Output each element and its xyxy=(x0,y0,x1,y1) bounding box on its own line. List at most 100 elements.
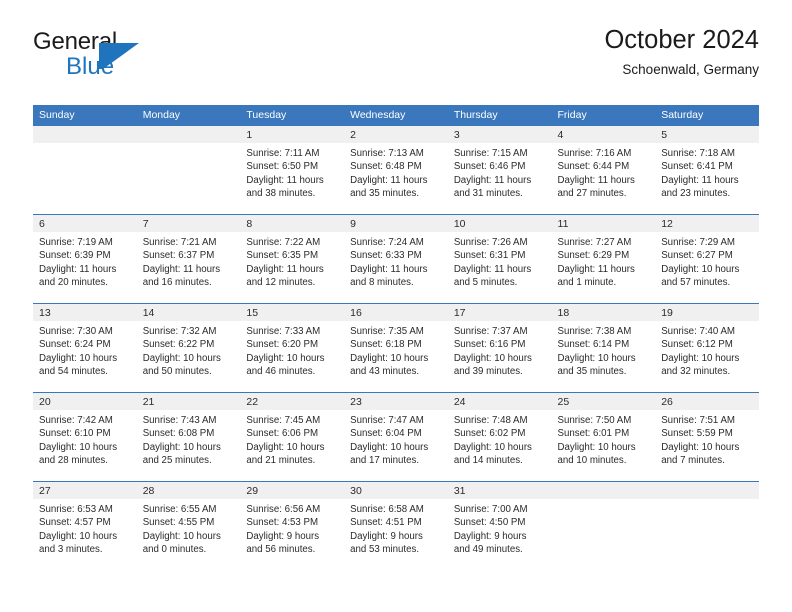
daylight-text-line1: Daylight: 11 hours xyxy=(350,263,428,275)
sunrise-text: Sunrise: 6:58 AM xyxy=(350,504,424,515)
sunrise-text: Sunrise: 6:56 AM xyxy=(246,504,321,515)
day-cell xyxy=(655,481,759,570)
weekday-header-friday: Friday xyxy=(551,105,656,126)
daylight-text-line1: Daylight: 11 hours xyxy=(557,263,635,275)
day-info: Sunrise: 7:38 AM Sunset: 6:14 PM Dayligh… xyxy=(552,321,656,378)
day-cell[interactable]: 27 Sunrise: 6:53 AM Sunset: 4:57 PM Dayl… xyxy=(33,481,137,570)
day-info: Sunrise: 7:35 AM Sunset: 6:18 PM Dayligh… xyxy=(344,321,448,378)
sunrise-text: Sunrise: 7:45 AM xyxy=(246,415,321,426)
daylight-text-line1: Daylight: 11 hours xyxy=(350,174,428,186)
day-cell[interactable]: 21 Sunrise: 7:43 AM Sunset: 6:08 PM Dayl… xyxy=(136,392,241,482)
day-info: Sunrise: 7:30 AM Sunset: 6:24 PM Dayligh… xyxy=(33,321,137,378)
day-cell[interactable]: 19 Sunrise: 7:40 AM Sunset: 6:12 PM Dayl… xyxy=(655,303,759,393)
daylight-text-line2: and 43 minutes. xyxy=(350,365,420,377)
day-info: Sunrise: 7:13 AM Sunset: 6:48 PM Dayligh… xyxy=(344,143,448,200)
daylight-text-line2: and 20 minutes. xyxy=(39,276,108,288)
day-cell[interactable]: 23 Sunrise: 7:47 AM Sunset: 6:04 PM Dayl… xyxy=(344,392,448,482)
daylight-text-line2: and 49 minutes. xyxy=(453,543,523,555)
daylight-text-line2: and 50 minutes. xyxy=(142,365,212,377)
day-cell[interactable]: 16 Sunrise: 7:35 AM Sunset: 6:18 PM Dayl… xyxy=(344,303,448,393)
day-info: Sunrise: 7:50 AM Sunset: 6:01 PM Dayligh… xyxy=(552,410,656,467)
sunset-text: Sunset: 5:59 PM xyxy=(661,428,733,440)
day-cell[interactable]: 10 Sunrise: 7:26 AM Sunset: 6:31 PM Dayl… xyxy=(447,214,552,304)
sunset-text: Sunset: 6:02 PM xyxy=(453,428,526,440)
sunset-text: Sunset: 6:10 PM xyxy=(39,428,111,440)
sunrise-text: Sunrise: 7:32 AM xyxy=(142,326,217,337)
sunset-text: Sunset: 6:35 PM xyxy=(246,250,319,262)
day-cell[interactable]: 2 Sunrise: 7:13 AM Sunset: 6:48 PM Dayli… xyxy=(344,126,448,215)
day-cell[interactable]: 5 Sunrise: 7:18 AM Sunset: 6:41 PM Dayli… xyxy=(655,126,759,215)
sunrise-text: Sunrise: 7:38 AM xyxy=(557,326,632,337)
day-cell[interactable]: 24 Sunrise: 7:48 AM Sunset: 6:02 PM Dayl… xyxy=(447,392,552,482)
day-number: 16 xyxy=(344,304,448,321)
sunrise-text: Sunrise: 7:40 AM xyxy=(661,326,735,337)
sunset-text: Sunset: 6:31 PM xyxy=(453,250,526,262)
day-cell[interactable]: 11 Sunrise: 7:27 AM Sunset: 6:29 PM Dayl… xyxy=(551,214,656,304)
sunrise-text: Sunrise: 7:43 AM xyxy=(142,415,217,426)
daylight-text-line1: Daylight: 11 hours xyxy=(453,263,532,275)
sunrise-text: Sunrise: 7:30 AM xyxy=(39,326,113,337)
sunrise-text: Sunrise: 7:00 AM xyxy=(453,504,528,515)
day-number: 27 xyxy=(33,482,137,499)
day-cell[interactable]: 26 Sunrise: 7:51 AM Sunset: 5:59 PM Dayl… xyxy=(655,392,759,482)
day-number: 12 xyxy=(655,215,759,232)
sunset-text: Sunset: 6:41 PM xyxy=(661,161,733,173)
daylight-text-line2: and 35 minutes. xyxy=(557,365,627,377)
day-info xyxy=(552,499,656,503)
title-block: October 2024 Schoenwald, Germany xyxy=(604,26,759,79)
day-number: 8 xyxy=(240,215,345,232)
day-cell[interactable]: 14 Sunrise: 7:32 AM Sunset: 6:22 PM Dayl… xyxy=(136,303,241,393)
daylight-text-line2: and 57 minutes. xyxy=(661,276,731,288)
day-cell[interactable]: 25 Sunrise: 7:50 AM Sunset: 6:01 PM Dayl… xyxy=(551,392,656,482)
day-info: Sunrise: 7:21 AM Sunset: 6:37 PM Dayligh… xyxy=(137,232,241,289)
day-info: Sunrise: 7:42 AM Sunset: 6:10 PM Dayligh… xyxy=(33,410,137,467)
daylight-text-line2: and 12 minutes. xyxy=(246,276,316,288)
day-cell[interactable]: 17 Sunrise: 7:37 AM Sunset: 6:16 PM Dayl… xyxy=(447,303,552,393)
sunset-text: Sunset: 6:50 PM xyxy=(246,161,319,173)
daylight-text-line2: and 38 minutes. xyxy=(246,187,316,199)
daylight-text-line1: Daylight: 10 hours xyxy=(453,441,532,453)
day-number: 28 xyxy=(136,482,241,499)
day-cell xyxy=(136,126,241,215)
day-info: Sunrise: 7:24 AM Sunset: 6:33 PM Dayligh… xyxy=(344,232,448,289)
day-number xyxy=(136,126,241,143)
day-cell[interactable]: 7 Sunrise: 7:21 AM Sunset: 6:37 PM Dayli… xyxy=(136,214,241,304)
day-cell[interactable]: 22 Sunrise: 7:45 AM Sunset: 6:06 PM Dayl… xyxy=(240,392,345,482)
day-cell[interactable]: 4 Sunrise: 7:16 AM Sunset: 6:44 PM Dayli… xyxy=(551,126,656,215)
day-cell[interactable]: 29 Sunrise: 6:56 AM Sunset: 4:53 PM Dayl… xyxy=(240,481,345,570)
sunrise-text: Sunrise: 6:55 AM xyxy=(142,504,217,515)
daylight-text-line2: and 5 minutes. xyxy=(453,276,518,288)
daylight-text-line1: Daylight: 10 hours xyxy=(661,441,740,453)
day-cell[interactable]: 6 Sunrise: 7:19 AM Sunset: 6:39 PM Dayli… xyxy=(33,214,137,304)
weekday-header-row: Sunday Monday Tuesday Wednesday Thursday… xyxy=(33,105,759,126)
day-number: 2 xyxy=(344,126,448,143)
daylight-text-line2: and 23 minutes. xyxy=(661,187,731,199)
sunrise-text: Sunrise: 7:26 AM xyxy=(453,237,528,248)
day-cell[interactable]: 30 Sunrise: 6:58 AM Sunset: 4:51 PM Dayl… xyxy=(344,481,448,570)
sunset-text: Sunset: 4:57 PM xyxy=(39,517,111,529)
day-info: Sunrise: 7:11 AM Sunset: 6:50 PM Dayligh… xyxy=(240,143,344,200)
day-cell[interactable]: 1 Sunrise: 7:11 AM Sunset: 6:50 PM Dayli… xyxy=(240,126,345,215)
day-cell[interactable]: 31 Sunrise: 7:00 AM Sunset: 4:50 PM Dayl… xyxy=(447,481,552,570)
day-cell[interactable]: 18 Sunrise: 7:38 AM Sunset: 6:14 PM Dayl… xyxy=(551,303,656,393)
day-number: 9 xyxy=(344,215,448,232)
sunrise-text: Sunrise: 7:24 AM xyxy=(350,237,424,248)
weekday-header-wednesday: Wednesday xyxy=(344,105,448,126)
day-info: Sunrise: 7:40 AM Sunset: 6:12 PM Dayligh… xyxy=(655,321,759,378)
day-number: 14 xyxy=(136,304,241,321)
day-cell[interactable]: 9 Sunrise: 7:24 AM Sunset: 6:33 PM Dayli… xyxy=(344,214,448,304)
daylight-text-line2: and 25 minutes. xyxy=(142,454,212,466)
daylight-text-line1: Daylight: 10 hours xyxy=(350,441,429,453)
day-cell[interactable]: 12 Sunrise: 7:29 AM Sunset: 6:27 PM Dayl… xyxy=(655,214,759,304)
day-cell[interactable]: 8 Sunrise: 7:22 AM Sunset: 6:35 PM Dayli… xyxy=(240,214,345,304)
day-cell[interactable]: 13 Sunrise: 7:30 AM Sunset: 6:24 PM Dayl… xyxy=(33,303,137,393)
day-number: 25 xyxy=(551,393,656,410)
day-cell[interactable]: 3 Sunrise: 7:15 AM Sunset: 6:46 PM Dayli… xyxy=(447,126,552,215)
day-cell[interactable]: 28 Sunrise: 6:55 AM Sunset: 4:55 PM Dayl… xyxy=(136,481,241,570)
daylight-text-line2: and 17 minutes. xyxy=(350,454,420,466)
day-cell[interactable]: 20 Sunrise: 7:42 AM Sunset: 6:10 PM Dayl… xyxy=(33,392,137,482)
sunset-text: Sunset: 6:16 PM xyxy=(453,339,526,351)
day-cell[interactable]: 15 Sunrise: 7:33 AM Sunset: 6:20 PM Dayl… xyxy=(240,303,345,393)
day-cell xyxy=(551,481,656,570)
sunrise-text: Sunrise: 7:35 AM xyxy=(350,326,424,337)
